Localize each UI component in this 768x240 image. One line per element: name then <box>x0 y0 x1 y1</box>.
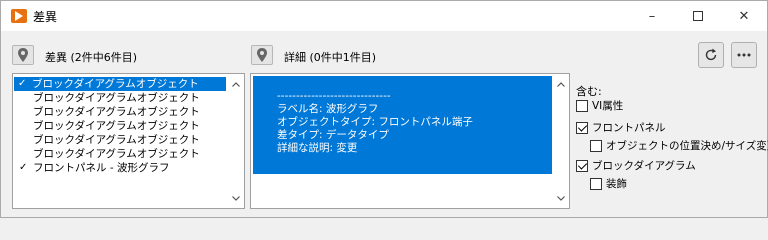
title-bar: 差異 – ✕ <box>1 1 767 31</box>
details-panel[interactable]: ------------------------------ ラベル名: 波形グ… <box>250 73 570 209</box>
check-mark-icon: ✓ <box>18 78 27 89</box>
vi-properties-checkbox[interactable]: VI属性 <box>576 99 623 113</box>
block-diagram-checkbox[interactable]: ブロックダイアグラム <box>576 159 696 173</box>
refresh-button[interactable] <box>698 42 724 68</box>
details-pin-button[interactable] <box>251 45 273 65</box>
list-item[interactable]: ブロックダイアグラムオブジェクト <box>15 147 225 161</box>
diff-window: 差異 – ✕ 差異 (2件中6件目) 詳細 (0件中1件目) ✓ ブロックダイア… <box>0 0 768 218</box>
scroll-up-icon[interactable] <box>552 76 569 92</box>
list-item[interactable]: ブロックダイアグラムオブジェクト <box>15 105 225 119</box>
checkbox-icon <box>576 100 588 112</box>
list-item[interactable]: ブロックダイアグラムオブジェクト <box>15 91 225 105</box>
window-title: 差異 <box>33 10 58 24</box>
details-description: 詳細な説明: 変更 <box>277 142 358 154</box>
object-position-size-checkbox[interactable]: オブジェクトの位置決め/サイズ変更 <box>590 139 768 153</box>
checkbox-checked-icon <box>576 122 588 134</box>
checkbox-checked-icon <box>576 160 588 172</box>
list-item[interactable]: ✓ フロントパネル - 波形グラフ <box>15 161 225 175</box>
maximize-button[interactable] <box>675 1 721 31</box>
list-item[interactable]: ブロックダイアグラムオブジェクト <box>15 133 225 147</box>
details-object-type: オブジェクトタイプ: フロントパネル端子 <box>277 116 473 128</box>
maximize-icon <box>693 11 703 21</box>
scroll-down-icon[interactable] <box>552 190 569 206</box>
minimize-button[interactable]: – <box>629 1 675 31</box>
more-icon <box>737 53 751 57</box>
more-options-button[interactable] <box>731 42 757 68</box>
refresh-icon <box>705 48 717 61</box>
list-item[interactable]: ブロックダイアグラムオブジェクト <box>15 119 225 133</box>
decoration-checkbox[interactable]: 装飾 <box>590 177 627 191</box>
checkbox-icon <box>590 140 602 152</box>
include-label: 含む: <box>576 85 602 98</box>
details-separator: ------------------------------ <box>277 90 391 102</box>
differences-scrollbar[interactable] <box>227 74 244 208</box>
scroll-down-icon[interactable] <box>227 190 244 206</box>
scroll-up-icon[interactable] <box>227 76 244 92</box>
pin-icon <box>257 48 267 62</box>
differences-header: 差異 (2件中6件目) <box>45 51 138 64</box>
differences-list[interactable]: ✓ ブロックダイアグラムオブジェクト ブロックダイアグラムオブジェクト ブロック… <box>12 73 245 209</box>
pin-icon <box>18 48 28 62</box>
list-item[interactable]: ✓ ブロックダイアグラムオブジェクト <box>14 77 226 91</box>
details-scrollbar[interactable] <box>552 74 569 208</box>
details-header: 詳細 (0件中1件目) <box>284 51 377 64</box>
check-mark-icon: ✓ <box>19 162 28 173</box>
front-panel-checkbox[interactable]: フロントパネル <box>576 121 666 135</box>
close-icon: ✕ <box>738 8 750 24</box>
checkbox-icon <box>590 178 602 190</box>
close-button[interactable]: ✕ <box>721 1 767 31</box>
app-icon <box>11 9 27 23</box>
details-content: ------------------------------ ラベル名: 波形グ… <box>253 76 552 174</box>
minimize-icon: – <box>648 8 656 24</box>
details-label-name: ラベル名: 波形グラフ <box>277 103 379 115</box>
differences-pin-button[interactable] <box>12 45 34 65</box>
details-difference-type: 差タイプ: データタイプ <box>277 129 389 141</box>
